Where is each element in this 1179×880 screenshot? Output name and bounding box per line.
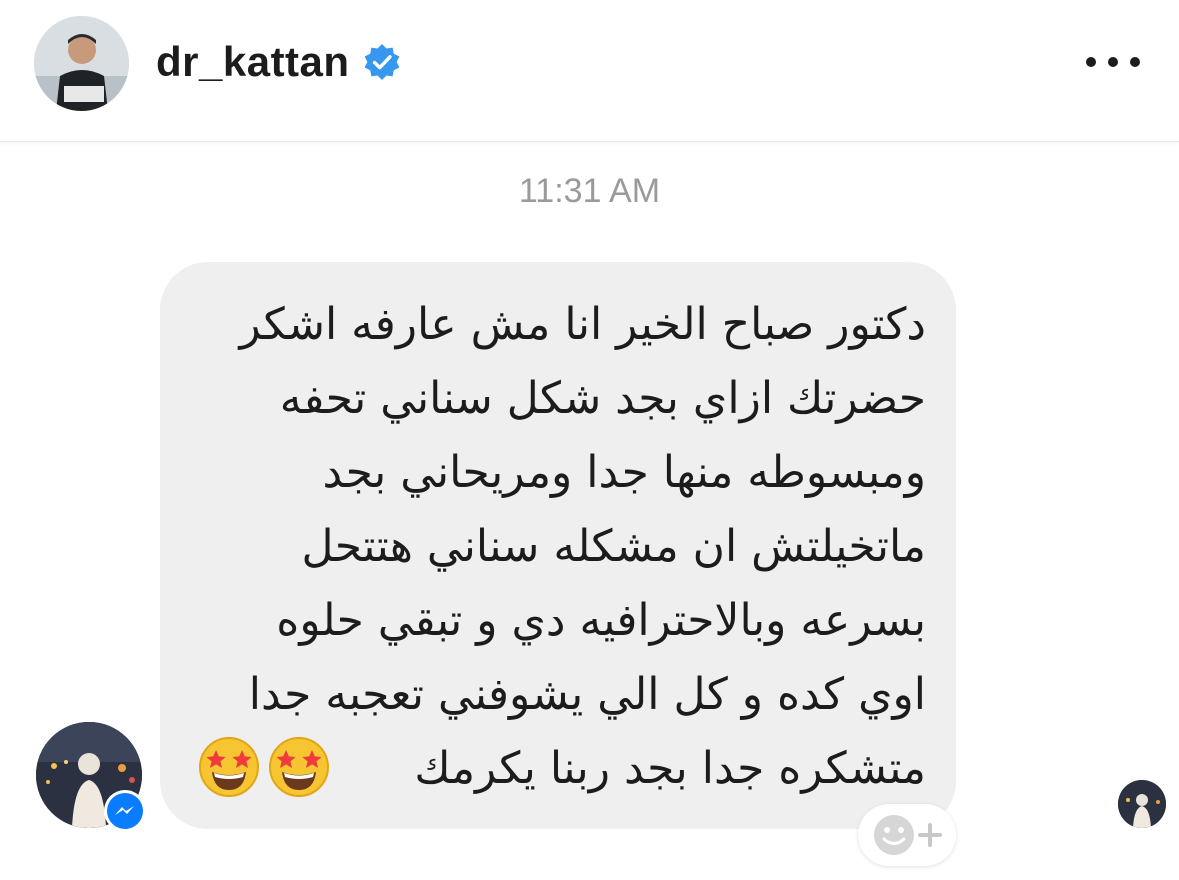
message-timestamp: 11:31 AM	[518, 172, 661, 210]
profile-avatar[interactable]	[34, 16, 129, 111]
more-dot	[1108, 57, 1118, 67]
star-struck-emoji	[269, 737, 329, 797]
star-struck-emoji	[199, 737, 259, 797]
profile-avatar-image	[34, 16, 129, 111]
messenger-badge	[104, 790, 146, 832]
message-text: دكتور صباح الخير انا مش عارفه اشكر حضرتك…	[239, 299, 927, 794]
chat-username[interactable]: dr_kattan	[156, 36, 350, 88]
add-reaction-icon	[874, 815, 942, 855]
seen-avatar-image	[1118, 780, 1166, 828]
messenger-icon	[107, 793, 143, 829]
add-reaction-button[interactable]	[858, 804, 956, 866]
more-dot	[1130, 57, 1140, 67]
message-bubble[interactable]: دكتور صباح الخير انا مش عارفه اشكر حضرتك…	[160, 262, 956, 829]
verified-badge-icon	[364, 44, 400, 80]
emoji-row	[198, 736, 330, 798]
more-options-icon[interactable]	[1086, 50, 1140, 74]
more-dot	[1086, 57, 1096, 67]
seen-avatar	[1118, 780, 1166, 828]
chat-header: dr_kattan	[0, 0, 1179, 142]
